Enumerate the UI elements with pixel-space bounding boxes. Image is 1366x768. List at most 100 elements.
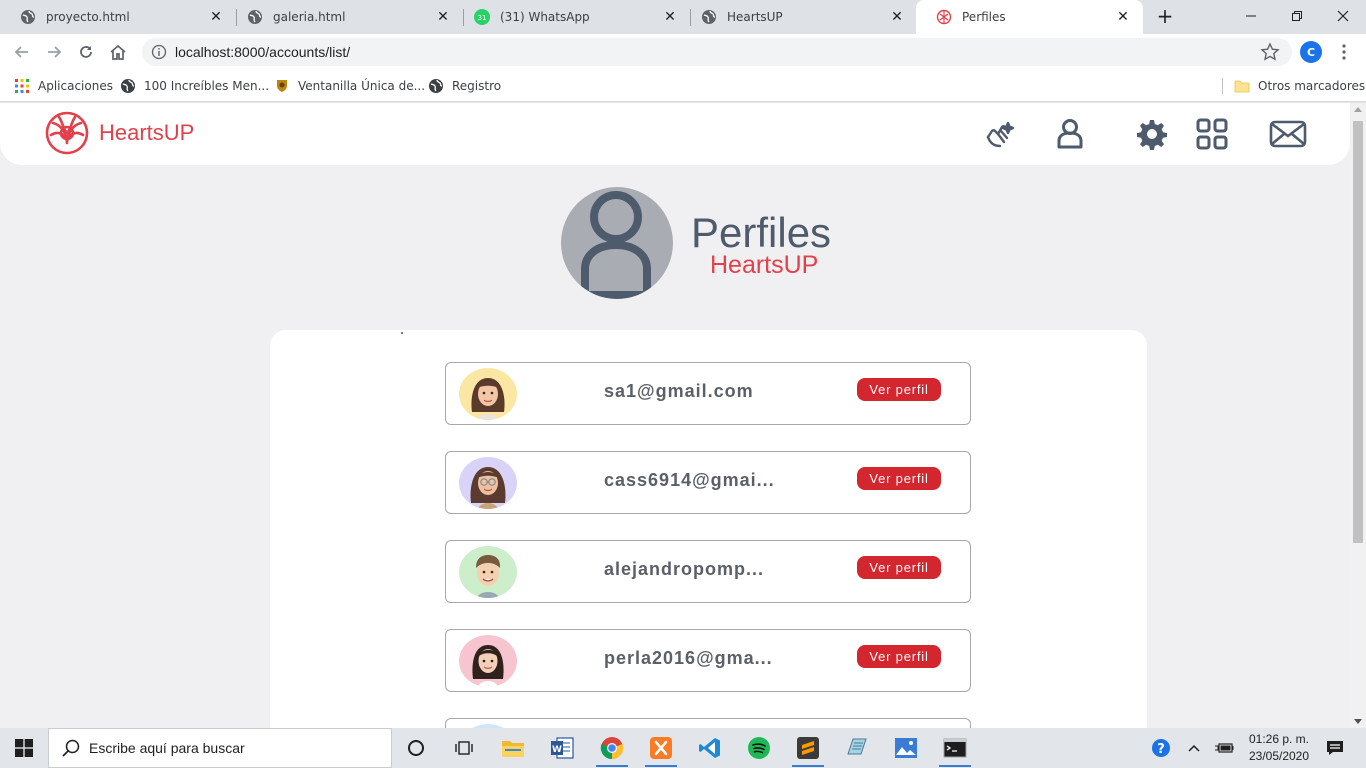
xampp-icon [650, 737, 672, 759]
crest-icon [277, 80, 287, 92]
bookmark-aplicaciones[interactable]: Aplicaciones [14, 76, 113, 96]
tab-perfiles[interactable]: Perfiles ✕ [916, 0, 1143, 34]
system-clock[interactable]: 01:26 p. m. 23/05/2020 [1238, 731, 1320, 765]
matches-button[interactable] [979, 114, 1019, 154]
chrome-icon [600, 737, 624, 760]
notepad-icon [847, 738, 867, 755]
show-hidden-icons-button[interactable] [1182, 728, 1206, 768]
tab-galeria[interactable]: galeria.html ✕ [227, 0, 463, 34]
ver-perfil-button[interactable]: Ver perfil [857, 645, 941, 668]
minimize-button[interactable] [1228, 0, 1274, 32]
bookmark-label: 100 Increíbles Men... [144, 79, 270, 93]
terminal-icon [943, 738, 967, 758]
brand-link[interactable]: HeartsUP [43, 109, 194, 157]
tab-heartsup[interactable]: HeartsUP ✕ [681, 0, 917, 34]
more-vertical-icon [1342, 44, 1346, 60]
chrome-app[interactable] [588, 728, 636, 768]
sublime-text-icon [797, 737, 819, 759]
close-tab-icon[interactable]: ✕ [435, 9, 451, 25]
home-button[interactable] [106, 40, 130, 64]
vscode-app[interactable] [686, 728, 734, 768]
tab-title: proyecto.html [46, 10, 130, 24]
notifications-button[interactable] [1320, 728, 1350, 768]
terminal-app[interactable] [931, 728, 979, 768]
apps-button[interactable] [1192, 114, 1232, 154]
chevron-up-icon [1188, 744, 1200, 752]
notifications-icon [1327, 741, 1343, 755]
search-placeholder[interactable]: Escribe aquí para buscar [89, 740, 245, 756]
ver-perfil-button[interactable]: Ver perfil [857, 556, 941, 579]
bookmark-otros-marcadores[interactable]: Otros marcadores [1234, 76, 1365, 96]
url-text[interactable]: localhost:8000/accounts/list/ [175, 44, 1260, 60]
bookmark-label: Ventanilla Única de... [298, 79, 426, 93]
page-subtitle: HeartsUP [710, 251, 819, 279]
scroll-down-arrow-icon[interactable] [1354, 719, 1362, 724]
bookmarks-bar: Aplicaciones 100 Increíbles Men... Venta… [0, 70, 1366, 102]
avatar [459, 635, 517, 687]
back-button[interactable] [10, 40, 34, 64]
reload-button[interactable] [74, 40, 98, 64]
profile-button[interactable] [1050, 114, 1090, 154]
file-explorer-app[interactable] [489, 728, 537, 768]
word-app[interactable]: W [538, 728, 586, 768]
taskbar-search[interactable]: Escribe aquí para buscar [48, 728, 392, 768]
help-icon: ? [1152, 739, 1170, 757]
close-tab-icon[interactable]: ✕ [662, 9, 678, 25]
battery-network-button[interactable] [1212, 728, 1236, 768]
info-icon[interactable] [151, 44, 167, 60]
page-scrollbar[interactable] [1350, 103, 1366, 728]
page-viewport: HeartsUP Perfiles HeartsUP sa1@gmail.com… [0, 103, 1350, 728]
bookmark-label: Aplicaciones [38, 79, 113, 93]
close-tab-icon[interactable]: ✕ [208, 9, 224, 25]
memoji-woman-glasses-icon [459, 457, 517, 509]
battery-plug-icon [1215, 743, 1234, 753]
home-icon [110, 44, 126, 60]
task-view-button[interactable] [440, 728, 488, 768]
tab-title: Perfiles [962, 10, 1006, 24]
messages-button[interactable] [1268, 114, 1308, 154]
address-bar[interactable]: localhost:8000/accounts/list/ [142, 38, 1292, 66]
memoji-woman-icon [459, 635, 517, 687]
close-window-button[interactable] [1320, 0, 1366, 32]
bookmark-star-icon[interactable] [1260, 42, 1280, 62]
xampp-app[interactable] [637, 728, 685, 768]
scroll-up-arrow-icon[interactable] [1354, 107, 1362, 112]
start-button[interactable] [0, 728, 48, 768]
envelope-icon [1269, 120, 1307, 148]
gear-icon [1137, 120, 1167, 150]
svg-text:W: W [552, 745, 562, 755]
ver-perfil-button[interactable]: Ver perfil [857, 378, 941, 401]
notepad-app[interactable] [833, 728, 881, 768]
browser-menu-button[interactable] [1334, 41, 1354, 63]
settings-button[interactable] [1132, 114, 1172, 154]
bookmark-100-increibles[interactable]: 100 Increíbles Men... [120, 76, 269, 96]
search-icon [62, 739, 80, 757]
ver-perfil-button[interactable]: Ver perfil [857, 467, 941, 490]
cortana-button[interactable] [392, 728, 440, 768]
clock-date: 23/05/2020 [1248, 749, 1310, 763]
restore-button[interactable] [1274, 0, 1320, 32]
sublime-text-app[interactable] [784, 728, 832, 768]
bookmarks-separator [1222, 78, 1223, 94]
tab-proyecto[interactable]: proyecto.html ✕ [0, 0, 236, 34]
tab-whatsapp[interactable]: 31 (31) WhatsApp ✕ [454, 0, 690, 34]
photos-app[interactable] [882, 728, 930, 768]
profile-email: alejandropomp... [604, 559, 765, 579]
spotify-app[interactable] [735, 728, 783, 768]
avatar [459, 457, 517, 509]
task-view-icon [455, 741, 473, 755]
grid-icon [1196, 118, 1228, 150]
forward-button[interactable] [42, 40, 66, 64]
help-tray-button[interactable]: ? [1148, 728, 1174, 768]
close-tab-icon[interactable]: ✕ [1115, 9, 1131, 25]
bookmark-registro[interactable]: Registro [428, 76, 501, 96]
profile-card: sa1@gmail.com Ver perfil [445, 362, 971, 425]
profile-avatar[interactable]: C [1300, 41, 1322, 63]
globe-icon [429, 79, 443, 93]
profile-card: perla2016@gma... Ver perfil [445, 629, 971, 692]
close-tab-icon[interactable]: ✕ [889, 9, 905, 25]
new-tab-button[interactable]: + [1154, 6, 1176, 28]
scrollbar-thumb[interactable] [1353, 121, 1363, 543]
page-hero: Perfiles HeartsUP [561, 187, 831, 299]
bookmark-ventanilla[interactable]: Ventanilla Única de... [274, 76, 425, 96]
